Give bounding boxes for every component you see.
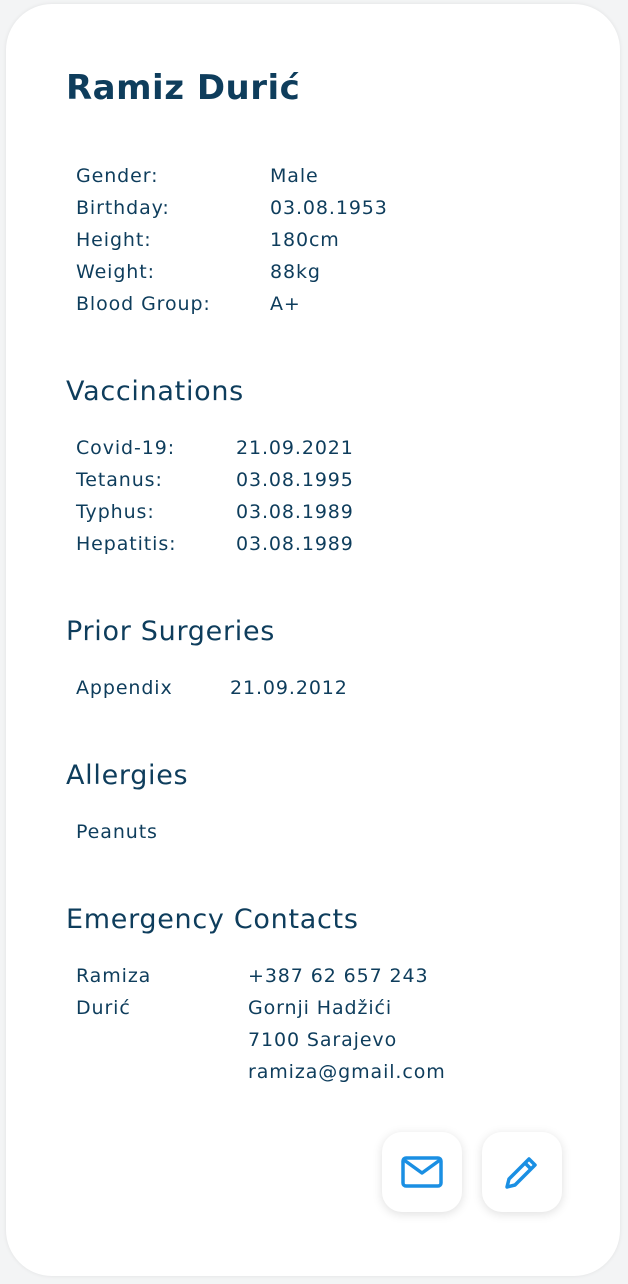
contact-street: Gornji Hadžići: [248, 997, 393, 1019]
vaccination-label: Tetanus:: [76, 469, 163, 491]
email-button[interactable]: [382, 1132, 462, 1212]
pencil-icon: [505, 1157, 537, 1189]
surgeries-heading: Prior Surgeries: [66, 616, 276, 647]
vaccination-label: Covid-19:: [76, 437, 176, 459]
vaccinations-heading: Vaccinations: [66, 376, 244, 407]
patient-card: Ramiz Durić Gender: Male Birthday: 03.08…: [6, 4, 620, 1276]
gender-value: Male: [270, 165, 319, 187]
mail-icon: [401, 1156, 443, 1188]
emergency-contacts-heading: Emergency Contacts: [66, 904, 359, 935]
surgery-label: Appendix: [76, 677, 173, 699]
vaccination-date: 03.08.1989: [236, 501, 354, 523]
vaccination-date: 21.09.2021: [236, 437, 354, 459]
edit-button[interactable]: [482, 1132, 562, 1212]
allergies-heading: Allergies: [66, 760, 189, 791]
gender-label: Gender:: [76, 165, 159, 187]
vaccination-label: Typhus:: [76, 501, 155, 523]
weight-label: Weight:: [76, 261, 155, 283]
contact-phone: +387 62 657 243: [248, 965, 429, 987]
contact-email: ramiza@gmail.com: [248, 1061, 446, 1083]
contact-last-name: Durić: [76, 997, 131, 1019]
birthday-label: Birthday:: [76, 197, 170, 219]
surgery-date: 21.09.2012: [230, 677, 348, 699]
birthday-value: 03.08.1953: [270, 197, 388, 219]
allergy-item: Peanuts: [76, 821, 158, 843]
height-value: 180cm: [270, 229, 340, 251]
contact-city: 7100 Sarajevo: [248, 1029, 398, 1051]
vaccination-date: 03.08.1989: [236, 533, 354, 555]
height-label: Height:: [76, 229, 152, 251]
vaccination-date: 03.08.1995: [236, 469, 354, 491]
blood-group-label: Blood Group:: [76, 293, 211, 315]
blood-group-value: A+: [270, 293, 301, 315]
vaccination-label: Hepatitis:: [76, 533, 177, 555]
contact-first-name: Ramiza: [76, 965, 152, 987]
weight-value: 88kg: [270, 261, 321, 283]
patient-name: Ramiz Durić: [66, 68, 301, 108]
